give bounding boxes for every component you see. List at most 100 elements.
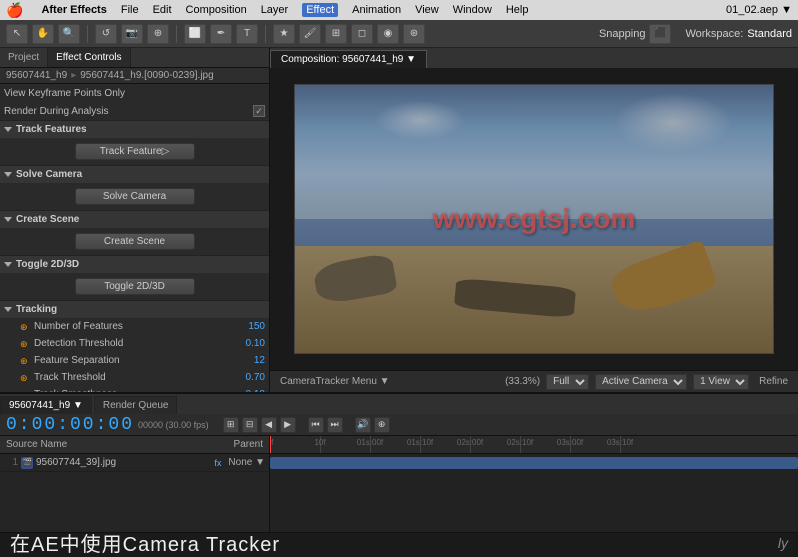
menu-effect[interactable]: Effect [302,3,338,17]
tracking-header[interactable]: Tracking [0,300,269,318]
menu-window[interactable]: Window [453,4,492,16]
tick-label-7: 03s:10f [607,438,633,447]
param-icon-1: ⊛ [20,339,30,349]
menu-file[interactable]: File [121,4,139,16]
toolbar-brush-btn[interactable]: 🖌 [299,24,321,44]
param-row-3: ⊛ Track Threshold 0.70 [0,369,269,386]
param-value-0[interactable]: 150 [235,321,265,332]
tl-btn-8[interactable]: ⊕ [374,417,390,433]
tl-tab-render[interactable]: Render Queue [94,396,178,414]
tl-tab-comp[interactable]: 95607441_h9 ▼ [0,396,92,414]
tick-2: 01s:00f [370,436,371,453]
right-panel: Composition: 95607441_h9 ▼ www.cgtsj.com… [270,48,798,392]
comp-ctrl-menu[interactable]: CameraTracker Menu ▼ [276,375,394,388]
tl-layer-parent[interactable]: None ▼ [228,457,265,468]
param-value-4[interactable]: 0.10 [235,389,265,392]
create-scene-section: Create Scene [0,228,269,255]
menu-view[interactable]: View [415,4,439,16]
tl-btn-1[interactable]: ⊞ [223,417,239,433]
file-path-bar: 95607441_h9 ▸ 95607441_h9.[0090-0239].jp… [0,68,269,84]
tick-7: 03s:10f [620,436,621,453]
workspace-value: Standard [747,28,792,40]
comp-tab-main[interactable]: Composition: 95607441_h9 ▼ [270,50,427,68]
tl-btn-2[interactable]: ⊟ [242,417,258,433]
param-value-1[interactable]: 0.10 [235,338,265,349]
tl-btn-7[interactable]: 🔊 [355,417,371,433]
comp-camera-select[interactable]: Active Camera [595,374,687,390]
tl-btn-4[interactable]: ▶ [280,417,296,433]
tl-timeline-right[interactable]: 0f 10f 01s:00f 01s:10f 02s:00f 02s:10f [270,436,798,532]
menu-animation[interactable]: Animation [352,4,401,16]
left-panel: Project Effect Controls 95607441_h9 ▸ 95… [0,48,270,392]
tick-3: 01s:10f [420,436,421,453]
param-row-0: ⊛ Number of Features 150 [0,318,269,335]
effect-controls-panel: View Keyframe Points Only Render During … [0,84,269,392]
playhead[interactable] [270,436,271,453]
workspace-area: Workspace: Standard [685,28,792,40]
view-keyframe-label: View Keyframe Points Only [4,88,265,99]
create-scene-header[interactable]: Create Scene [0,210,269,228]
toolbar-eraser-btn[interactable]: ◻ [351,24,373,44]
tab-project[interactable]: Project [0,48,48,67]
comp-quality-select[interactable]: Full [546,374,589,390]
snapping-toggle[interactable]: ⬛ [649,24,671,44]
toolbar-pen-btn[interactable]: ✒ [210,24,232,44]
param-value-2[interactable]: 12 [235,355,265,366]
tl-fx-btn-1[interactable]: fx [214,458,221,468]
render-during-row[interactable]: Render During Analysis ✓ [0,102,269,120]
bottom-bar: 在AE中使用Camera Tracker ly [0,532,798,552]
tl-btn-6[interactable]: ⏭ [327,417,343,433]
toolbar-roto-btn[interactable]: ◉ [377,24,399,44]
solve-camera-title: Solve Camera [16,169,82,180]
tl-layer-row-1[interactable]: 1 🎬 95607744_39].jpg fx None ▼ [0,454,269,472]
tl-layer-icon-1: 🎬 [21,457,33,469]
toolbar-camera-btn[interactable]: 📷 [121,24,143,44]
track-feature-button[interactable]: Track Feature▷ [75,143,195,160]
create-scene-button[interactable]: Create Scene [75,233,195,250]
tl-parent-header: Parent [234,439,263,450]
param-icon-4: ⊛ [20,390,30,393]
menu-help[interactable]: Help [506,4,529,16]
solve-camera-button[interactable]: Solve Camera [75,188,195,205]
toolbar-pan-btn[interactable]: ⊕ [147,24,169,44]
solve-camera-header[interactable]: Solve Camera [0,165,269,183]
toggle-2d3d-header[interactable]: Toggle 2D/3D [0,255,269,273]
toolbar-clone-btn[interactable]: ⊞ [325,24,347,44]
toolbar-rotate-btn[interactable]: ↺ [95,24,117,44]
fps-display: 00000 (30.00 fps) [138,420,209,430]
tl-bar-1[interactable] [270,457,798,469]
comp-viewer[interactable]: www.cgtsj.com [270,68,798,370]
tl-btn-5[interactable]: ⏮ [308,417,324,433]
comp-tabs: Composition: 95607441_h9 ▼ [270,48,798,68]
param-label-2: Feature Separation [34,355,235,366]
apple-menu[interactable]: 🍎 [6,2,23,19]
menu-edit[interactable]: Edit [153,4,172,16]
comp-views-select[interactable]: 1 View [693,374,749,390]
render-during-checkbox[interactable]: ✓ [253,105,265,117]
bottom-right-label: ly [778,535,788,551]
toolbar-puppet-btn[interactable]: ⊛ [403,24,425,44]
toolbar-select-btn[interactable]: ↖ [6,24,28,44]
track-features-header[interactable]: Track Features [0,120,269,138]
tick-label-4: 02s:00f [457,438,483,447]
toolbar-zoom-btn[interactable]: 🔍 [58,24,80,44]
menu-composition[interactable]: Composition [186,4,247,16]
menu-layer[interactable]: Layer [261,4,289,16]
toolbar-text-btn[interactable]: T [236,24,258,44]
comp-refine-btn[interactable]: Refine [755,375,792,388]
create-scene-triangle [4,217,12,222]
tab-effect-controls[interactable]: Effect Controls [48,48,130,67]
toolbar-mask-btn[interactable]: ⬜ [184,24,206,44]
file-path-item1: 95607441_h9 [6,70,67,81]
track-features-section: Track Feature▷ [0,138,269,165]
param-row-4: ⊛ Track Smoothness 0.10 [0,386,269,392]
param-value-3[interactable]: 0.70 [235,372,265,383]
toolbar-shape-btn[interactable]: ★ [273,24,295,44]
toolbar-hand-btn[interactable]: ✋ [32,24,54,44]
comp-image: www.cgtsj.com [294,84,774,354]
file-info: 01_02.aep ▼ [726,4,792,16]
toggle-2d3d-section: Toggle 2D/3D [0,273,269,300]
toggle-2d3d-button[interactable]: Toggle 2D/3D [75,278,195,295]
app-name: After Effects [41,4,106,16]
tl-btn-3[interactable]: ◀ [261,417,277,433]
